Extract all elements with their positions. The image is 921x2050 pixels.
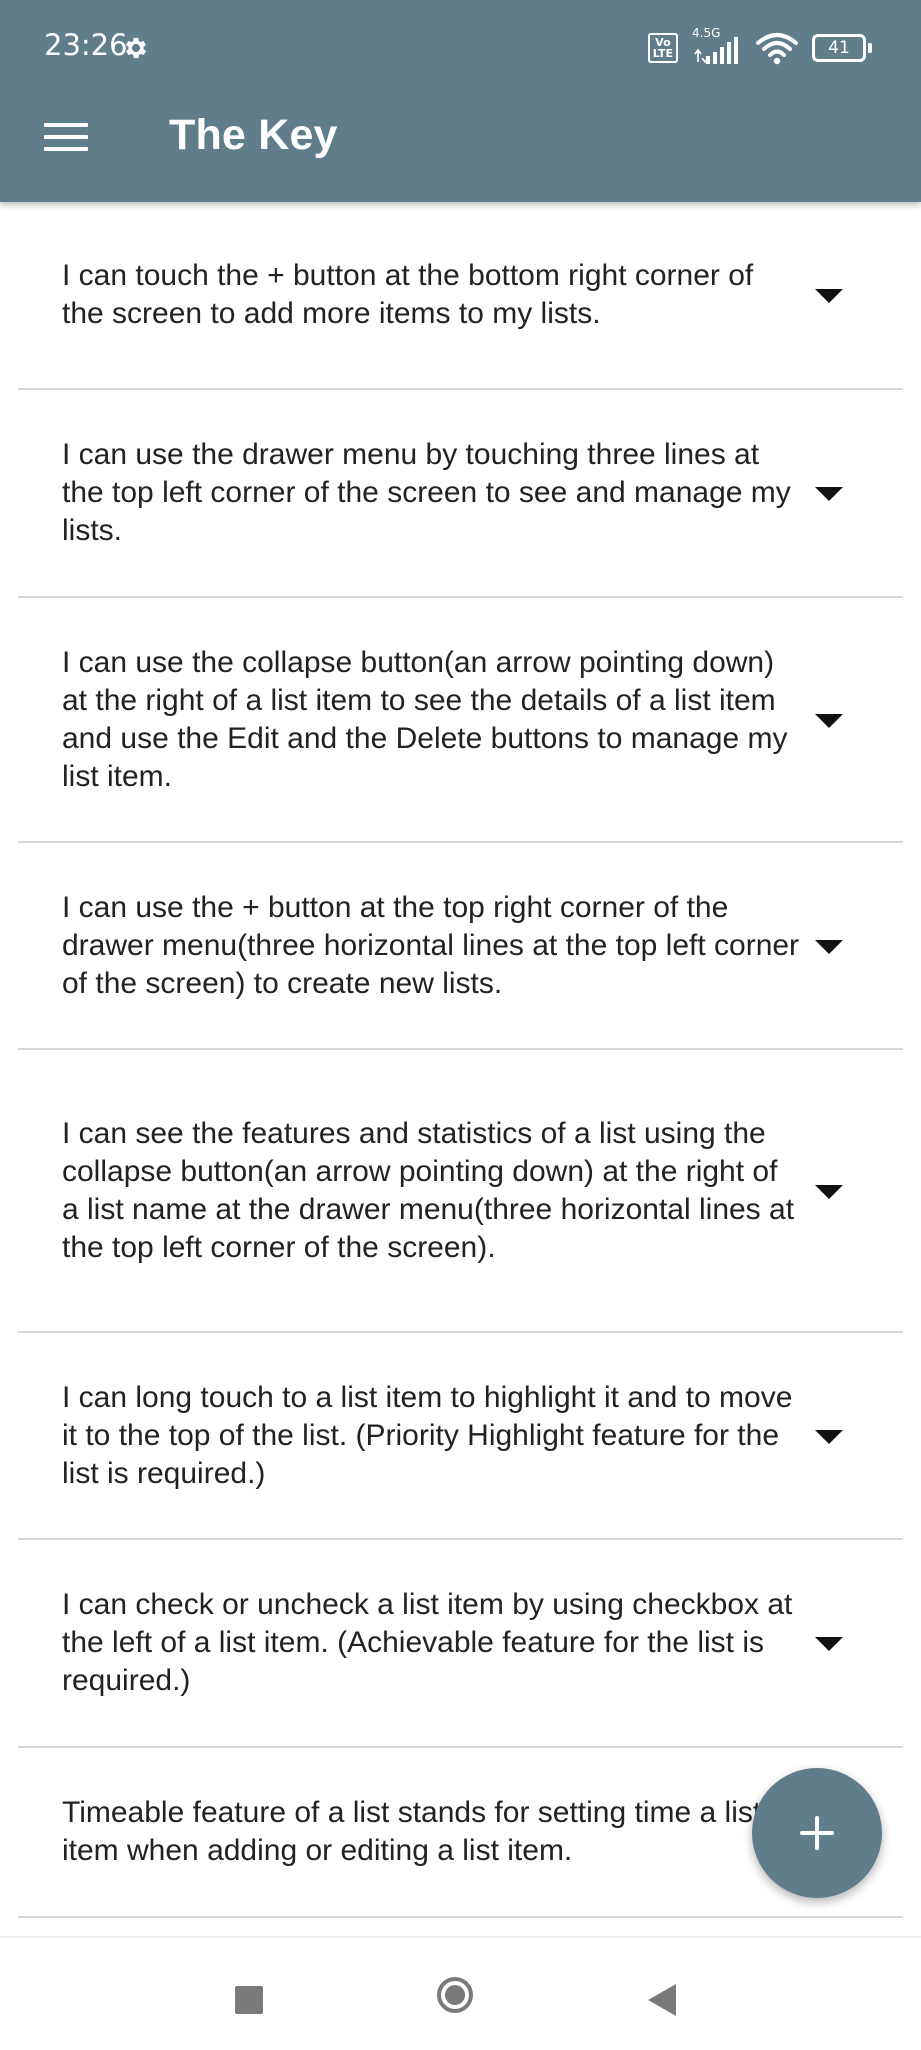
- status-icons: Vo LTE 4.5G 41: [647, 26, 872, 68]
- chevron-down-icon[interactable]: [815, 1637, 843, 1651]
- home-circle-icon[interactable]: [437, 1977, 473, 2013]
- chevron-down-icon[interactable]: [815, 289, 843, 303]
- status-bar: 23:26 Vo LTE 4.5G 41: [0, 0, 921, 94]
- status-time: 23:26: [44, 28, 128, 62]
- list-item: I can see the features and statistics of…: [18, 1050, 903, 1333]
- wifi-icon: [756, 33, 798, 65]
- chevron-down-icon[interactable]: [815, 487, 843, 501]
- list-item-text: I can touch the + button at the bottom r…: [62, 259, 754, 330]
- signal-icon: 4.5G: [692, 26, 742, 66]
- network-type: 4.5G: [692, 26, 721, 40]
- app-bar: 23:26 Vo LTE 4.5G 41 The Key: [0, 0, 921, 202]
- chevron-down-icon[interactable]: [815, 713, 843, 728]
- app-title: The Key: [169, 111, 338, 159]
- list-item-text: Timeable feature of a list stands for se…: [62, 1796, 762, 1867]
- back-triangle-icon[interactable]: [648, 1984, 676, 2016]
- list-item: I can use the drawer menu by touching th…: [18, 390, 903, 598]
- list-item-text: I can see the features and statistics of…: [62, 1116, 795, 1264]
- chevron-down-icon[interactable]: [815, 1429, 843, 1444]
- list-item: I can use the + button at the top right …: [18, 843, 903, 1050]
- list-item: I can long touch to a list item to highl…: [18, 1333, 903, 1540]
- list-item: I can check or uncheck a list item by us…: [18, 1540, 903, 1748]
- chevron-down-icon[interactable]: [815, 939, 843, 954]
- menu-line: [44, 135, 88, 139]
- tips-list: I can touch the + button at the bottom r…: [0, 202, 921, 1918]
- list-item-text: I can use the + button at the top right …: [62, 890, 800, 1000]
- list-item-text: I can use the collapse button(an arrow p…: [62, 645, 788, 793]
- menu-line: [44, 147, 88, 151]
- list-item: I can use the collapse button(an arrow p…: [18, 598, 903, 843]
- recents-square-icon[interactable]: [235, 1986, 263, 2014]
- volte-icon: Vo LTE: [647, 33, 678, 63]
- list-item-text: I can check or uncheck a list item by us…: [62, 1588, 793, 1697]
- chevron-down-icon[interactable]: [815, 1184, 843, 1199]
- hamburger-menu-icon[interactable]: [36, 110, 96, 164]
- battery-icon: 41: [812, 34, 872, 62]
- list-item-text: I can use the drawer menu by touching th…: [62, 438, 791, 547]
- list-item: I can touch the + button at the bottom r…: [18, 202, 903, 390]
- add-item-fab-plus-icon[interactable]: [752, 1768, 882, 1898]
- menu-line: [44, 123, 88, 127]
- gear-icon: [125, 37, 147, 59]
- system-navigation-bar: [0, 1936, 921, 2050]
- list-item-text: I can long touch to a list item to highl…: [62, 1380, 793, 1490]
